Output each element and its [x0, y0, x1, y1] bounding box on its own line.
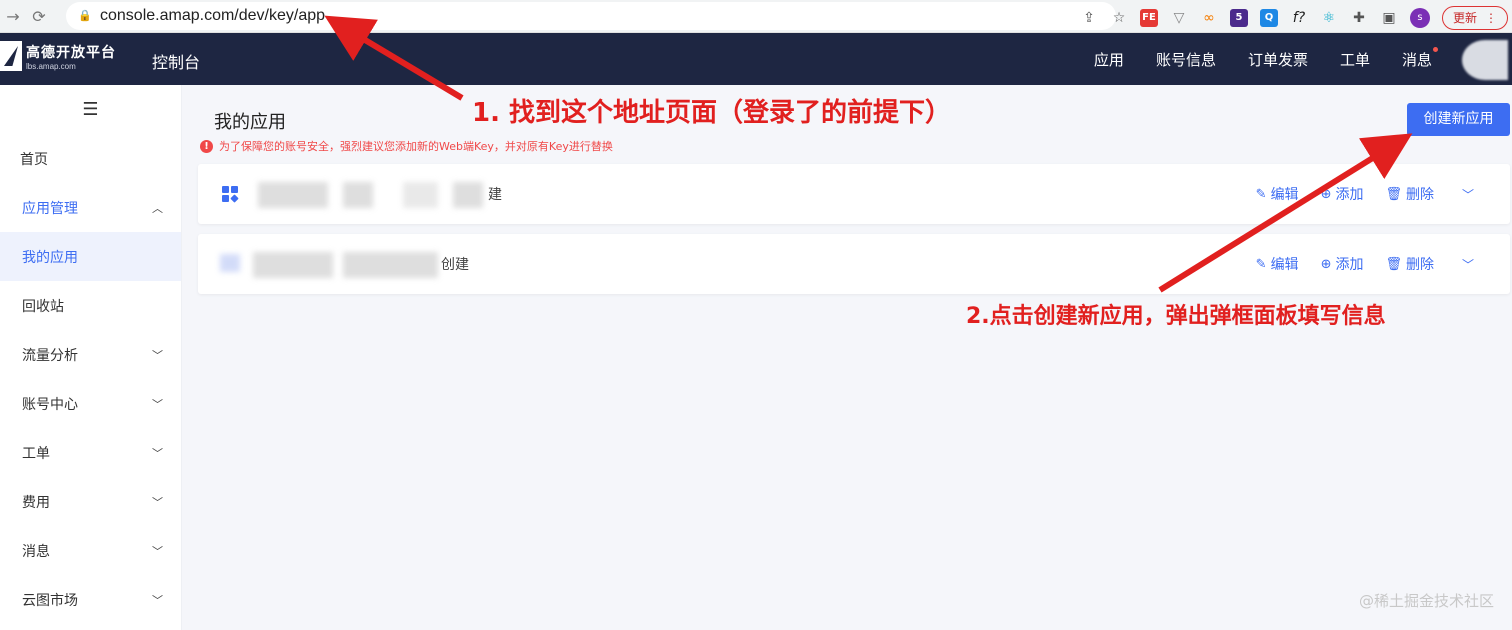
logo[interactable]: 高德开放平台 lbs.amap.com: [0, 41, 116, 71]
logo-text: 高德开放平台: [26, 44, 116, 61]
header-nav: 应用 账号信息 订单发票 工单 消息: [1094, 47, 1438, 70]
browser-actions: ⇪ ☆ FE ▽ ∞ 5 Q f? ⚛ ✚ ▣ s 更新 ⋮: [1080, 6, 1512, 30]
redacted-app-name: [253, 252, 333, 278]
reload-icon[interactable]: ⟳: [26, 7, 52, 26]
add-button[interactable]: ⊕ 添加: [1321, 184, 1364, 204]
plus-circle-icon: ⊕: [1320, 186, 1332, 202]
extensions-puzzle-icon[interactable]: ✚: [1350, 9, 1368, 27]
more-icon: ⋮: [1485, 11, 1497, 25]
sidebar-item-tickets[interactable]: 工单 ﹀: [0, 428, 181, 477]
sidebar-item-messages[interactable]: 消息 ﹀: [0, 526, 181, 575]
annotation-step2: 2.点击创建新应用，弹出弹框面板填写信息: [966, 304, 1386, 329]
trash-icon: 🗑: [1385, 256, 1402, 272]
logo-mark-icon: [0, 41, 22, 71]
warning-text: 为了保障您的账号安全，强烈建议您添加新的Web端Key，并对原有Key进行替换: [219, 140, 613, 153]
sidebar-item-billing[interactable]: 费用 ﹀: [0, 477, 181, 526]
security-warning: ! 为了保障您的账号安全，强烈建议您添加新的Web端Key，并对原有Key进行替…: [200, 138, 613, 154]
extension-q-icon[interactable]: Q: [1259, 9, 1278, 27]
create-app-button[interactable]: 创建新应用: [1407, 103, 1510, 136]
extension-infinity-icon[interactable]: ∞: [1200, 9, 1218, 27]
notification-dot: [1433, 47, 1438, 52]
chevron-down-icon: ﹀: [152, 446, 163, 460]
console-link[interactable]: 控制台: [152, 49, 200, 73]
app-header: 高德开放平台 lbs.amap.com 控制台 应用 账号信息 订单发票 工单 …: [0, 33, 1512, 85]
add-button[interactable]: ⊕ 添加: [1321, 254, 1364, 274]
extension-react-icon[interactable]: ⚛: [1320, 9, 1338, 27]
page-title: 我的应用: [214, 112, 286, 133]
share-icon[interactable]: ⇪: [1080, 9, 1098, 27]
sidebar-item-cloud-market[interactable]: 云图市场 ﹀: [0, 575, 181, 624]
update-label: 更新: [1452, 11, 1477, 25]
browser-toolbar: → ⟳ 🔒 console.amap.com/dev/key/app ⇪ ☆ F…: [0, 0, 1512, 33]
sidebar-item-traffic-analysis[interactable]: 流量分析 ﹀: [0, 330, 181, 379]
annotation-step1: 1. 找到这个地址页面（登录了的前提下）: [472, 98, 952, 128]
forward-icon[interactable]: →: [0, 7, 26, 26]
redacted-app-name: [403, 182, 438, 208]
app-card: 建 ✎ 编辑 ⊕ 添加 🗑 删除 ﹀: [198, 164, 1510, 224]
nav-account[interactable]: 账号信息: [1156, 49, 1216, 70]
sidebar-item-home[interactable]: 首页: [0, 134, 181, 183]
edit-button[interactable]: ✎ 编辑: [1256, 184, 1299, 204]
warning-icon: !: [200, 139, 213, 153]
sidebar: ☰ 首页 应用管理 ︿ 我的应用 回收站 流量分析 ﹀ 账号中心 ﹀ 工单 ﹀ 费用 ﹀ …: [0, 85, 182, 630]
redacted-app-name: [343, 252, 438, 278]
logo-subtext: lbs.amap.com: [26, 61, 76, 71]
extension-badge-icon[interactable]: 5: [1229, 9, 1248, 27]
app-actions: ✎ 编辑 ⊕ 添加 🗑 删除 ﹀: [1256, 184, 1474, 204]
plus-circle-icon: ⊕: [1320, 256, 1332, 272]
app-grid-icon: [222, 186, 239, 203]
chevron-down-icon: ﹀: [152, 593, 163, 607]
nav-invoices[interactable]: 订单发票: [1248, 49, 1308, 70]
edit-icon: ✎: [1255, 256, 1267, 272]
edit-icon: ✎: [1255, 186, 1267, 202]
chevron-down-icon: ﹀: [152, 495, 163, 509]
expand-chevron-icon[interactable]: ﹀: [1462, 186, 1474, 203]
redacted-app-name: [453, 182, 483, 208]
chevron-down-icon: ﹀: [152, 397, 163, 411]
nav-tickets[interactable]: 工单: [1340, 49, 1370, 70]
user-avatar[interactable]: [1462, 40, 1508, 80]
edit-button[interactable]: ✎ 编辑: [1256, 254, 1299, 274]
profile-avatar[interactable]: s: [1409, 8, 1430, 28]
address-bar[interactable]: 🔒 console.amap.com/dev/key/app: [66, 2, 1116, 30]
delete-button[interactable]: 🗑 删除: [1385, 254, 1434, 274]
app-name-suffix: 创建: [441, 257, 469, 273]
update-button[interactable]: 更新 ⋮: [1441, 6, 1508, 30]
sidepanel-icon[interactable]: ▣: [1380, 9, 1398, 27]
chevron-down-icon: ﹀: [152, 544, 163, 558]
lock-icon: 🔒: [78, 9, 92, 22]
chevron-up-icon: ︿: [152, 201, 163, 215]
app-actions: ✎ 编辑 ⊕ 添加 🗑 删除 ﹀: [1256, 254, 1474, 274]
extension-fe-icon[interactable]: FE: [1139, 9, 1158, 27]
star-icon[interactable]: ☆: [1110, 9, 1128, 27]
nav-apps[interactable]: 应用: [1094, 49, 1124, 70]
chevron-down-icon: ﹀: [152, 348, 163, 362]
extension-formula-icon[interactable]: f?: [1290, 9, 1308, 27]
app-icon-redacted: [220, 254, 240, 272]
watermark: @稀土掘金技术社区: [1358, 592, 1494, 610]
expand-chevron-icon[interactable]: ﹀: [1462, 256, 1474, 273]
sidebar-item-my-apps[interactable]: 我的应用: [0, 232, 181, 281]
sidebar-item-app-management[interactable]: 应用管理 ︿: [0, 183, 181, 232]
nav-messages[interactable]: 消息: [1402, 47, 1438, 70]
extension-v-icon[interactable]: ▽: [1170, 9, 1188, 27]
sidebar-item-recycle-bin[interactable]: 回收站: [0, 281, 181, 330]
delete-button[interactable]: 🗑 删除: [1385, 184, 1434, 204]
menu-toggle-icon[interactable]: ☰: [0, 85, 181, 134]
trash-icon: 🗑: [1385, 186, 1402, 202]
sidebar-item-account-center[interactable]: 账号中心 ﹀: [0, 379, 181, 428]
app-name-suffix: 建: [488, 187, 502, 203]
app-card: 创建 ✎ 编辑 ⊕ 添加 🗑 删除 ﹀: [198, 234, 1510, 294]
url-text: console.amap.com/dev/key/app: [100, 7, 326, 24]
redacted-app-name: [258, 182, 328, 208]
redacted-app-name: [343, 182, 373, 208]
